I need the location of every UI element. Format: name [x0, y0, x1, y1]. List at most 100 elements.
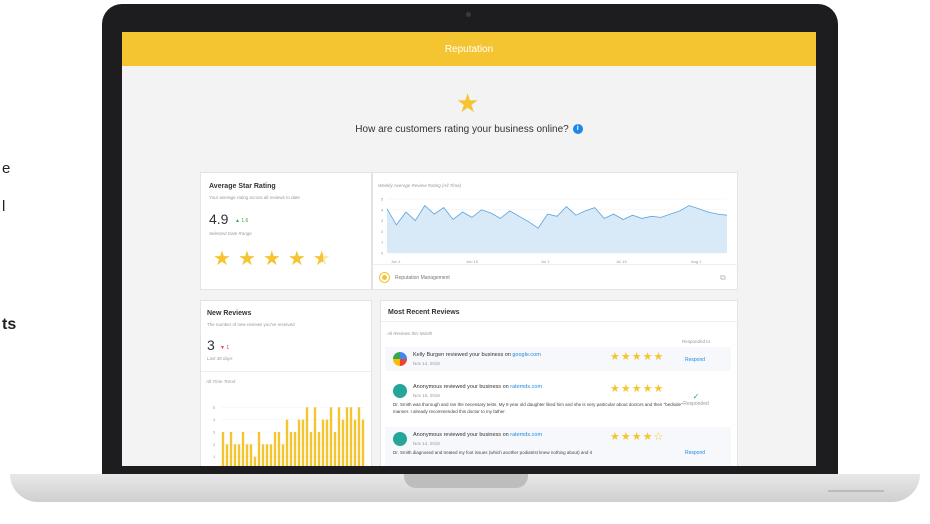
respond-button[interactable]: Respond: [685, 450, 705, 456]
review-header: Kelly Burgen reviewed your business on g…: [413, 352, 541, 358]
new-reviews-card: New Reviews The number of new reviews yo…: [200, 300, 373, 466]
bar: [233, 444, 237, 466]
card-title: Average Star Rating: [209, 183, 276, 190]
bar: [237, 444, 241, 466]
card-title: New Reviews: [207, 310, 252, 317]
bar: [329, 407, 333, 466]
half-star-icon: ★: [312, 248, 331, 270]
bar: [297, 419, 301, 466]
y-tick-label: 5: [381, 197, 384, 202]
bar: [257, 432, 261, 466]
bar: [309, 432, 313, 466]
star-rating-display: ★ ★ ★ ★ ★: [213, 249, 331, 269]
laptop-screen: Reputation ★ How are customers rating yo…: [122, 32, 816, 466]
bar: [305, 407, 309, 466]
star-icon: ★: [456, 88, 480, 118]
brand-label: Reputation Management: [395, 275, 450, 281]
y-tick-label: 2: [213, 442, 216, 447]
divider: [373, 264, 739, 265]
y-tick-label: 2: [381, 229, 384, 234]
new-reviews-value: 3: [207, 337, 215, 353]
review-action: reviewed your business on: [442, 384, 511, 390]
weekly-rating-card: Weekly Average Review Rating (All Time) …: [372, 172, 739, 290]
review-author: Kelly Burgen: [413, 352, 445, 358]
card-subtitle: The number of new reviews you've receive…: [207, 322, 295, 327]
review-site-link[interactable]: ratemds.com: [510, 384, 542, 390]
y-tick-label: 3: [381, 218, 384, 223]
responded-status: ✓ Responded: [679, 392, 713, 407]
bar: [221, 432, 225, 466]
y-tick-label: 3: [213, 430, 216, 435]
page-question: How are customers rating your business o…: [122, 124, 816, 135]
bar: [341, 419, 345, 466]
filter-label: All Reviews this Month: [387, 331, 433, 336]
review-header: Anonymous reviewed your business on rate…: [413, 384, 542, 390]
bar: [301, 419, 305, 466]
side-text-fragment: ts: [2, 316, 17, 333]
trend-title: All-Time Trend: [206, 379, 236, 384]
bar: [353, 419, 357, 466]
review-date: Nov 16, 2018: [413, 393, 440, 398]
recent-reviews-card: Most Recent Reviews All Reviews this Mon…: [380, 300, 739, 466]
bar: [361, 419, 365, 466]
y-tick-label: 5: [213, 405, 216, 410]
review-site-link[interactable]: ratemds.com: [510, 432, 542, 438]
bar: [229, 432, 233, 466]
bar: [357, 407, 361, 466]
bar: [225, 444, 229, 466]
y-tick-label: 4: [213, 417, 216, 422]
bar: [245, 444, 249, 466]
divider: [381, 321, 739, 322]
google-maps-icon: [393, 352, 407, 366]
chart-title: Weekly Average Review Rating (All Time): [378, 183, 462, 188]
star-icon: ★: [237, 248, 256, 270]
y-tick-label: 1: [213, 454, 216, 459]
review-stars: ★★★★☆: [610, 431, 665, 443]
review-author: Anonymous: [413, 432, 443, 438]
review-header: Anonymous reviewed your business on rate…: [413, 432, 542, 438]
star-icon: ★: [262, 248, 281, 270]
bar: [337, 407, 341, 466]
review-author: Anonymous: [413, 384, 443, 390]
average-rating-card: Average Star Rating Your average rating …: [200, 172, 372, 290]
info-icon[interactable]: i: [572, 124, 583, 135]
rating-delta: ▲ 1.6: [235, 218, 249, 224]
laptop-edge-line: [828, 490, 884, 492]
series-area: [387, 205, 727, 253]
bar: [261, 444, 265, 466]
external-link-icon[interactable]: ⧉: [720, 273, 726, 283]
laptop-base: [10, 474, 920, 502]
bar: [265, 444, 269, 466]
question-text: How are customers rating your business o…: [355, 124, 569, 135]
bar: [345, 407, 349, 466]
bar: [333, 432, 337, 466]
bar: [325, 419, 329, 466]
review-text: Dr. Smith was thorough and ran the neces…: [393, 402, 683, 414]
laptop-frame: Reputation ★ How are customers rating yo…: [102, 4, 838, 478]
bar: [253, 456, 257, 466]
divider: [201, 371, 373, 372]
y-tick-label: 1: [381, 240, 384, 245]
camera-icon: [466, 12, 471, 17]
bar: [293, 432, 297, 466]
review-action: reviewed your business on: [442, 432, 511, 438]
responded-label: Responded: [683, 401, 709, 407]
review-date: Nov 14, 2018: [413, 441, 440, 446]
respond-button[interactable]: Respond: [685, 357, 705, 363]
brand-icon: [380, 273, 389, 282]
range-label: Last 30 days: [207, 356, 233, 361]
review-site-link[interactable]: google.com: [512, 352, 540, 358]
review-text: Dr. Smith diagnosed and treated my foot …: [393, 450, 592, 455]
app-header: Reputation: [122, 32, 816, 66]
review-stars: ★★★★★: [610, 383, 665, 395]
ratemds-icon: [393, 384, 407, 398]
bar: [277, 432, 281, 466]
average-rating-value: 4.9: [209, 211, 229, 227]
reviews-delta: ▼ 1: [220, 345, 230, 351]
bar: [289, 432, 293, 466]
weekly-rating-chart: 012345Jun 1 Jun 15 Jul 1 Jul 15 Aug 1: [381, 197, 728, 264]
y-tick-label: 4: [381, 207, 384, 212]
ratemds-icon: [393, 432, 407, 446]
bar: [281, 444, 285, 466]
review-action: reviewed your business on: [444, 352, 513, 358]
